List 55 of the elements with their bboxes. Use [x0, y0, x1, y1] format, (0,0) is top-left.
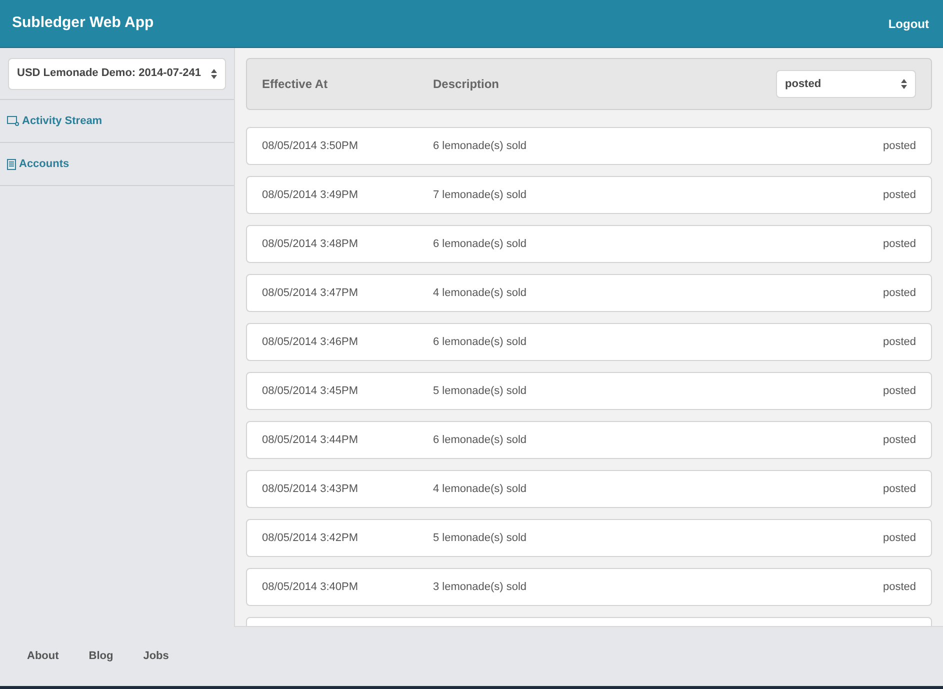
description-cell-text: 5 lemonade(s) sold [433, 530, 528, 546]
description-cell-text: 7 lemonade(s) sold [433, 188, 528, 203]
status-cell-text: posted [882, 188, 916, 203]
select-arrows-icon [211, 68, 217, 78]
description-cell-text: 6 lemonade(s) sold [433, 236, 528, 252]
document-icon [7, 158, 16, 170]
status-cell-text: posted [882, 530, 916, 546]
transaction-row[interactable]: 08/05/2014 3:42PM 5 lemonade(s) sold posted [246, 519, 932, 557]
description-cell-text: 6 lemonade(s) sold [433, 138, 528, 154]
effective-at-cell-text: 08/05/2014 3:47PM [262, 286, 360, 301]
column-header: Effective At [262, 76, 329, 93]
transaction-row[interactable]: 08/05/2014 3:46PM 6 lemonade(s) sold posted [246, 323, 932, 361]
status-cell-text: posted [882, 138, 916, 154]
description-cell-text: 3 lemonade(s) sold [433, 580, 528, 595]
transaction-row[interactable]: 08/05/2014 3:40PM 3 lemonade(s) sold posted [246, 568, 932, 606]
transaction-row[interactable]: 08/05/2014 3:43PM 4 lemonade(s) sold posted [246, 470, 932, 508]
effective-at-cell-text: 08/05/2014 3:44PM [262, 432, 360, 448]
sidebar-link[interactable]: Activity Stream [7, 112, 102, 130]
status-filter-select[interactable]: posted [776, 70, 916, 98]
effective-at-cell-text: 08/05/2014 3:40PM [262, 580, 360, 595]
status-cell-text: posted [882, 286, 916, 301]
status-cell-text: posted [882, 236, 916, 252]
transaction-row[interactable]: 08/05/2014 3:47PM 4 lemonade(s) sold posted [246, 274, 932, 312]
footer-link[interactable]: Blog [88, 648, 114, 665]
sidebar-link[interactable]: Accounts [7, 156, 70, 172]
column-header: Description [433, 76, 500, 93]
effective-at-cell-text: 08/05/2014 3:48PM [262, 236, 360, 252]
status-cell-text: posted [882, 482, 916, 497]
select-arrows-icon [901, 79, 907, 89]
transaction-row[interactable]: 08/05/2014 3:44PM 6 lemonade(s) sold posted [246, 421, 932, 459]
screen-icon [7, 116, 19, 126]
status-cell-text: posted [882, 334, 916, 350]
effective-at-cell-text: 08/05/2014 3:42PM [262, 530, 360, 546]
effective-at-cell-text: 08/05/2014 3:46PM [262, 334, 360, 350]
effective-at-cell-text: 08/05/2014 3:45PM [262, 384, 360, 399]
status-cell-text: posted [882, 384, 916, 399]
description-cell-text: 4 lemonade(s) sold [433, 286, 528, 301]
effective-at-cell-text: 08/05/2014 3:50PM [262, 138, 360, 154]
app-title: Subledger Web App [12, 13, 154, 34]
transaction-row[interactable]: 08/05/2014 3:45PM 5 lemonade(s) sold posted [246, 372, 932, 410]
description-cell-text: 6 lemonade(s) sold [433, 432, 528, 448]
status-cell-text: posted [882, 432, 916, 448]
effective-at-cell-text: 08/05/2014 3:43PM [262, 482, 360, 497]
transaction-row[interactable]: 08/05/2014 3:49PM 7 lemonade(s) sold posted [246, 176, 932, 214]
description-cell-text: 4 lemonade(s) sold [433, 482, 528, 497]
logout-link[interactable]: Logout [888, 14, 929, 32]
description-cell-text: 5 lemonade(s) sold [433, 384, 528, 399]
footer-link[interactable]: Jobs [143, 648, 169, 665]
book-select[interactable]: USD Lemonade Demo: 2014-07-241 [8, 58, 226, 90]
transaction-row[interactable]: 08/05/2014 3:50PM 6 lemonade(s) sold posted [246, 127, 932, 165]
status-cell-text: posted [882, 580, 916, 595]
description-cell-text: 6 lemonade(s) sold [433, 334, 528, 350]
footer-link[interactable]: About [27, 648, 59, 665]
effective-at-cell-text: 08/05/2014 3:49PM [262, 188, 360, 203]
transaction-row[interactable]: 08/05/2014 3:48PM 6 lemonade(s) sold posted [246, 225, 932, 263]
